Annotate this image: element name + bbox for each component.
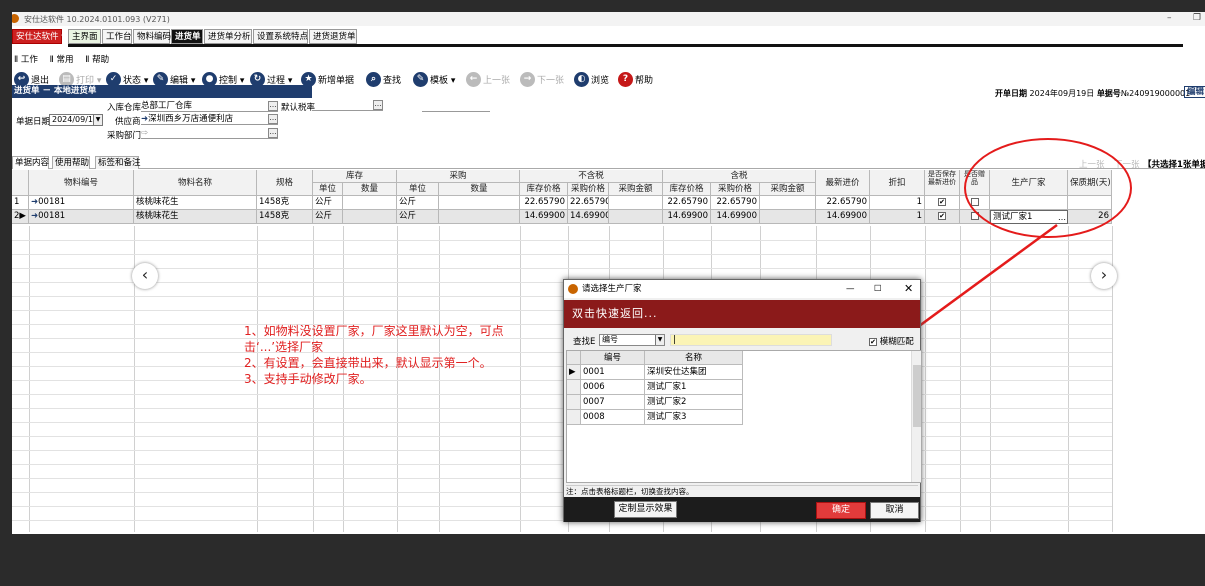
vertical-scrollbar[interactable] bbox=[911, 351, 921, 482]
list-item-name[interactable]: 测试厂家2 bbox=[645, 395, 743, 410]
row-header bbox=[567, 395, 581, 410]
col-header-code[interactable]: 编号 bbox=[581, 351, 645, 365]
list-item-code[interactable]: 0007 bbox=[581, 395, 645, 410]
dialog-footer: 定制显示效果 确定 取消 bbox=[564, 497, 920, 522]
row-header bbox=[567, 410, 581, 425]
dialog-hint: 注：点击表格标题栏，切换查找内容。 bbox=[566, 485, 918, 496]
chevron-down-icon: ▼ bbox=[655, 335, 664, 345]
dialog-title-bar: 请选择生产厂家 — ☐ ✕ bbox=[564, 280, 920, 298]
row-pointer-icon: ▶ bbox=[567, 365, 581, 380]
dialog-minimize-button[interactable]: — bbox=[846, 280, 855, 298]
list-item-name[interactable]: 测试厂家1 bbox=[645, 380, 743, 395]
dialog-close-button[interactable]: ✕ bbox=[904, 280, 913, 298]
list-corner bbox=[567, 351, 581, 365]
ok-button[interactable]: 确定 bbox=[816, 502, 866, 519]
custom-display-button[interactable]: 定制显示效果 bbox=[614, 501, 677, 518]
row-header bbox=[567, 380, 581, 395]
list-item-name[interactable]: 测试厂家3 bbox=[645, 410, 743, 425]
search-field-select[interactable]: 编号 ▼ bbox=[599, 334, 665, 346]
list-item-name[interactable]: 深圳安仕达集团 bbox=[645, 365, 743, 380]
list-item-code[interactable]: 0001 bbox=[581, 365, 645, 380]
col-header-name[interactable]: 名称 bbox=[645, 351, 743, 365]
maker-list: 编号 名称 ▶ 0001 深圳安仕达集团 0006 测试厂家1 0007 测试厂… bbox=[566, 350, 922, 483]
search-input[interactable]: | bbox=[670, 334, 832, 346]
dialog-maximize-button[interactable]: ☐ bbox=[874, 280, 882, 298]
app-logo-icon bbox=[568, 284, 578, 294]
maker-select-dialog: 请选择生产厂家 — ☐ ✕ 双击快速返回... 查找E 编号 ▼ | ✔ 模糊匹配… bbox=[563, 279, 922, 522]
fuzzy-match-toggle[interactable]: ✔ 模糊匹配 bbox=[869, 335, 914, 347]
list-item-code[interactable]: 0006 bbox=[581, 380, 645, 395]
dialog-title: 请选择生产厂家 bbox=[582, 284, 642, 294]
search-label: 查找E bbox=[573, 337, 596, 347]
cancel-button[interactable]: 取消 bbox=[870, 502, 919, 519]
fuzzy-match-checkbox[interactable]: ✔ bbox=[869, 337, 877, 346]
scrollbar-thumb[interactable] bbox=[913, 365, 921, 427]
list-item-code[interactable]: 0008 bbox=[581, 410, 645, 425]
dialog-banner: 双击快速返回... bbox=[564, 300, 920, 328]
